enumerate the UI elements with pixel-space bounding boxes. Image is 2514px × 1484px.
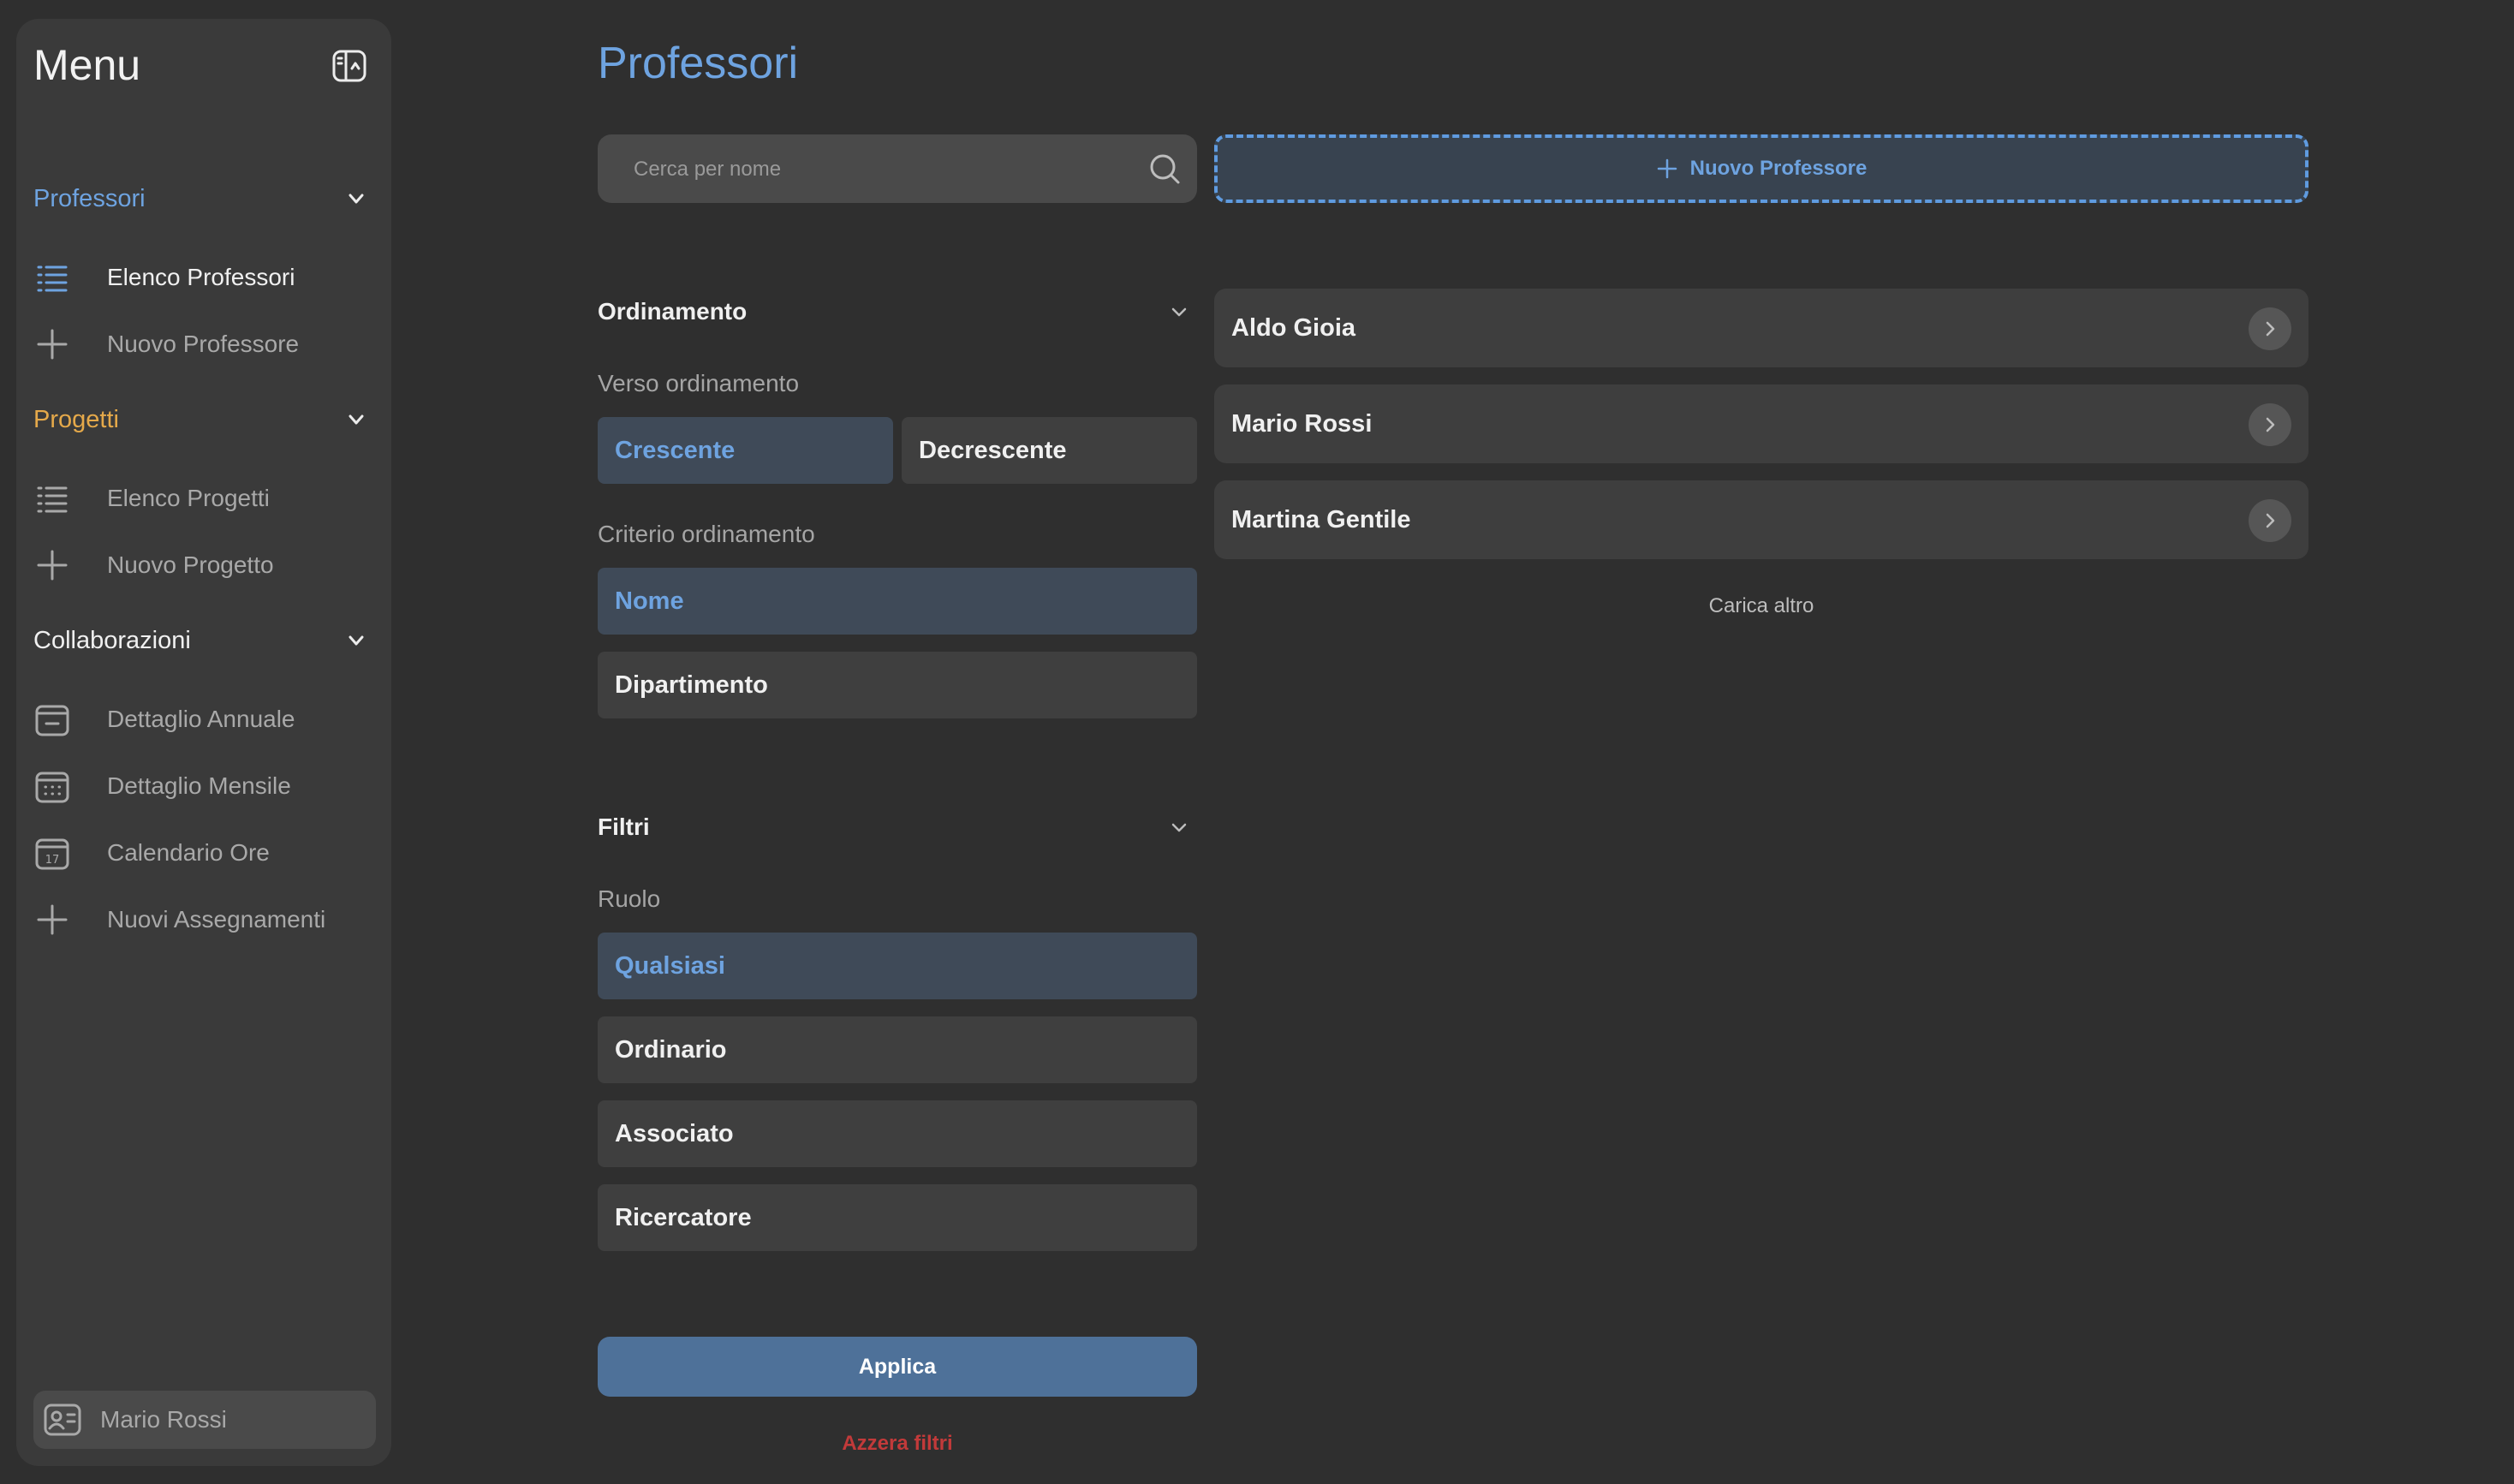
chevron-right-icon[interactable] — [2249, 499, 2291, 542]
list-icon — [35, 481, 69, 516]
chevron-down-icon — [1170, 819, 1188, 837]
chevron-down-icon — [347, 631, 366, 650]
section-progetti[interactable]: Progetti — [33, 398, 374, 441]
sort-criteria-dipartimento[interactable]: Dipartimento — [598, 652, 1197, 718]
sort-direction-ascending[interactable]: Crescente — [598, 417, 893, 484]
role-option-qualsiasi[interactable]: Qualsiasi — [598, 933, 1197, 999]
professor-name: Mario Rossi — [1231, 410, 1373, 438]
sidebar-item-nuovo-progetto[interactable]: Nuovo Progetto — [33, 541, 374, 589]
calendar-grid-icon — [35, 769, 69, 803]
role-option-associato[interactable]: Associato — [598, 1100, 1197, 1167]
search-box — [598, 134, 1197, 205]
sidebar-header: Menu — [33, 38, 374, 92]
sorting-panel-header[interactable]: Ordinamento — [598, 286, 1197, 337]
reset-filters-link[interactable]: Azzera filtri — [598, 1427, 1197, 1461]
sidebar-item-nuovi-assegnamenti[interactable]: Nuovi Assegnamenti — [33, 896, 374, 944]
user-profile-button[interactable]: Mario Rossi — [33, 1391, 376, 1449]
professor-name: Aldo Gioia — [1231, 314, 1355, 342]
role-filter-label: Ruolo — [598, 885, 661, 912]
section-progetti-label: Progetti — [33, 406, 119, 433]
professor-row[interactable]: Aldo Gioia — [1214, 289, 2308, 367]
professor-row[interactable]: Mario Rossi — [1214, 384, 2308, 463]
sidebar-title: Menu — [33, 41, 141, 89]
section-collaborazioni-label: Collaborazioni — [33, 627, 191, 654]
professor-row[interactable]: Martina Gentile — [1214, 480, 2308, 559]
plus-icon — [1656, 158, 1678, 180]
sidebar-item-label: Nuovo Progetto — [107, 551, 274, 578]
sidebar-toggle-icon[interactable] — [331, 48, 367, 84]
chevron-down-icon — [1170, 303, 1188, 322]
sidebar-item-label: Nuovo Professore — [107, 331, 300, 357]
option-label: Qualsiasi — [615, 952, 725, 980]
list-icon — [35, 260, 69, 295]
new-professor-button[interactable]: Nuovo Professore — [1214, 134, 2308, 203]
chevron-right-icon[interactable] — [2249, 307, 2291, 350]
sidebar-item-label: Calendario Ore — [107, 839, 270, 866]
option-label: Crescente — [615, 437, 736, 464]
option-label: Dipartimento — [615, 671, 768, 699]
option-label: Decrescente — [919, 437, 1067, 464]
sidebar-item-elenco-progetti[interactable]: Elenco Progetti — [33, 474, 374, 522]
section-collaborazioni[interactable]: Collaborazioni — [33, 619, 374, 662]
role-option-ordinario[interactable]: Ordinario — [598, 1016, 1197, 1083]
option-label: Nome — [615, 587, 684, 615]
chevron-down-icon — [347, 410, 366, 429]
svg-text:17: 17 — [45, 854, 60, 867]
sidebar-item-label: Elenco Professori — [107, 264, 295, 290]
chevron-down-icon — [347, 189, 366, 208]
search-input[interactable] — [632, 134, 1115, 205]
search-icon[interactable] — [1147, 152, 1182, 186]
apply-button[interactable]: Applica — [598, 1337, 1197, 1397]
sidebar-item-elenco-professori[interactable]: Elenco Professori — [33, 253, 374, 301]
sidebar-item-nuovo-professore[interactable]: Nuovo Professore — [33, 320, 374, 368]
calendar-day-icon: 17 — [35, 836, 69, 870]
sidebar-item-dettaglio-mensile[interactable]: Dettaglio Mensile — [33, 762, 374, 810]
section-professori-label: Professori — [33, 185, 146, 212]
sort-direction-descending[interactable]: Decrescente — [902, 417, 1197, 484]
new-professor-label: Nuovo Professore — [1689, 157, 1868, 180]
user-name: Mario Rossi — [100, 1406, 227, 1433]
page-title: Professori — [598, 39, 799, 88]
plus-icon — [35, 903, 69, 937]
sidebar-item-label: Elenco Progetti — [107, 485, 270, 511]
sidebar-item-label: Dettaglio Annuale — [107, 706, 295, 732]
id-card-icon — [44, 1403, 81, 1437]
sort-direction-label: Verso ordinamento — [598, 370, 800, 396]
option-label: Ricercatore — [615, 1204, 752, 1231]
sorting-heading: Ordinamento — [598, 298, 748, 325]
sort-criteria-nome[interactable]: Nome — [598, 568, 1197, 635]
option-label: Associato — [615, 1120, 734, 1147]
plus-icon — [35, 327, 69, 361]
section-professori[interactable]: Professori — [33, 177, 374, 220]
sidebar-item-label: Nuovi Assegnamenti — [107, 906, 326, 933]
plus-icon — [35, 548, 69, 582]
load-more-link[interactable]: Carica altro — [1214, 589, 2308, 623]
sidebar-item-dettaglio-annuale[interactable]: Dettaglio Annuale — [33, 695, 374, 743]
filters-heading: Filtri — [598, 814, 650, 840]
role-option-ricercatore[interactable]: Ricercatore — [598, 1184, 1197, 1251]
chevron-right-icon[interactable] — [2249, 403, 2291, 446]
professor-name: Martina Gentile — [1231, 506, 1411, 533]
calendar-minus-icon — [35, 702, 69, 736]
sidebar-item-label: Dettaglio Mensile — [107, 772, 291, 799]
option-label: Ordinario — [615, 1036, 727, 1064]
sidebar: Menu Professori Elenco Professori Nuovo … — [16, 19, 391, 1466]
sidebar-item-calendario-ore[interactable]: 17 Calendario Ore — [33, 829, 374, 877]
filters-panel-header[interactable]: Filtri — [598, 802, 1197, 853]
sort-criteria-label: Criterio ordinamento — [598, 521, 815, 547]
